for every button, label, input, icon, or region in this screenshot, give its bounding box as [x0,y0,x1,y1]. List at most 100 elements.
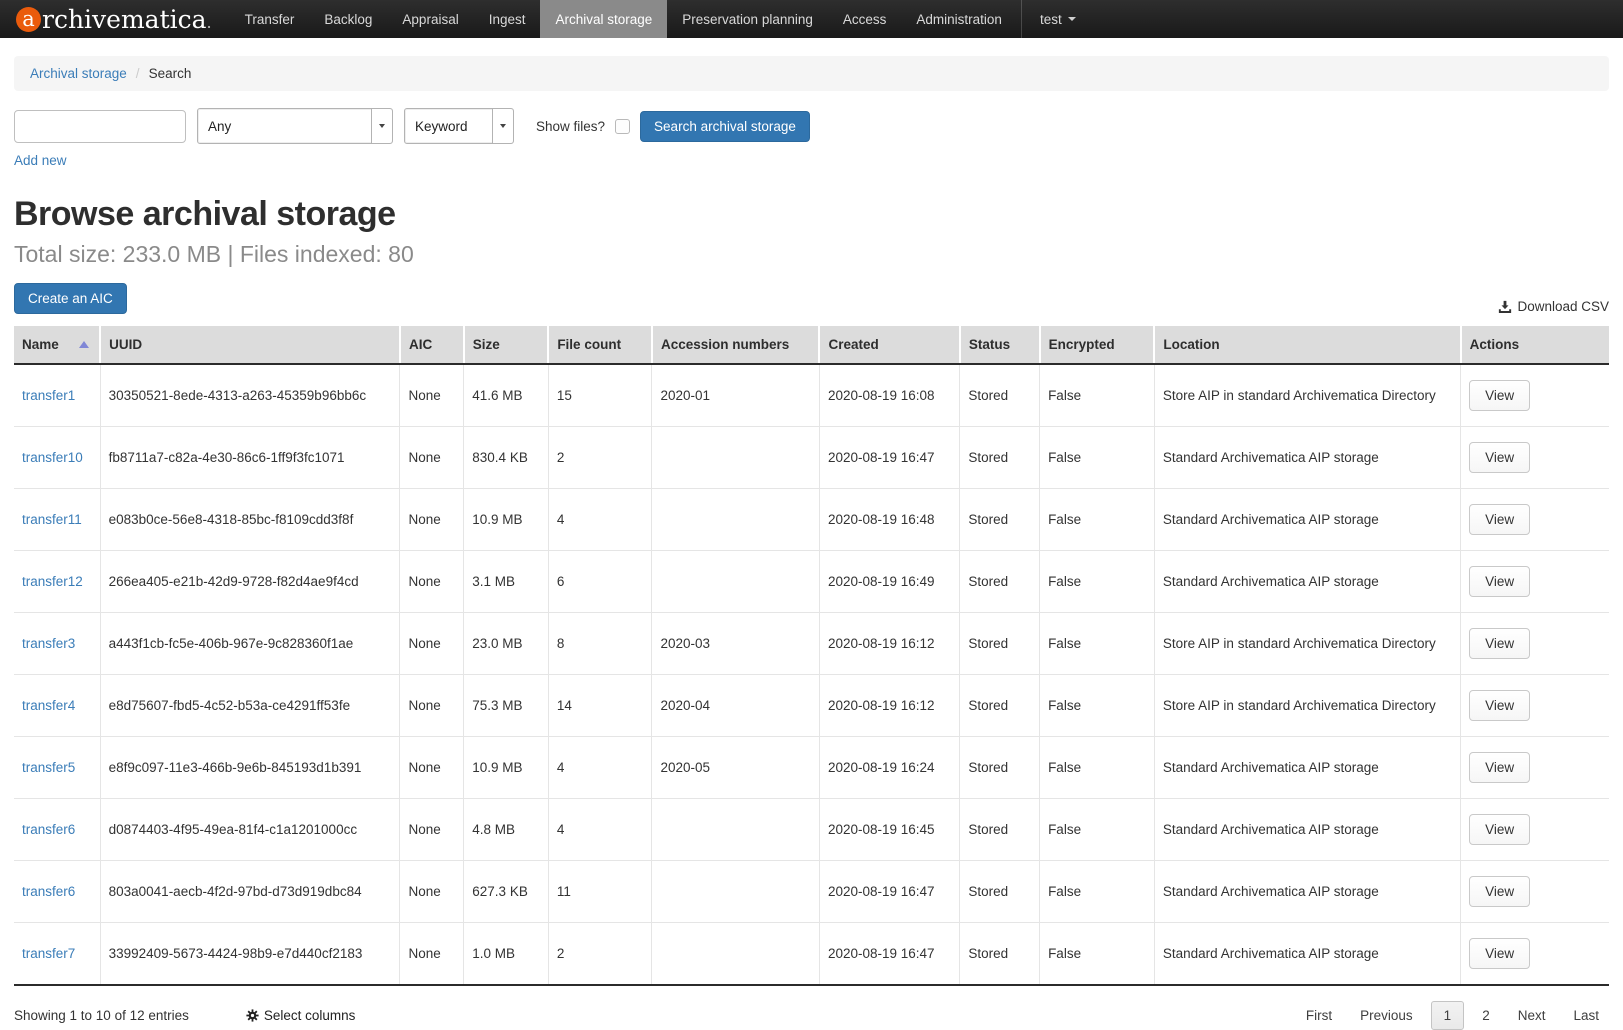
file-count-cell: 15 [548,364,652,427]
size-cell: 627.3 KB [464,861,549,923]
encrypted-cell: False [1040,675,1155,737]
nav-item-appraisal[interactable]: Appraisal [387,0,473,38]
nav-item-archival-storage[interactable]: Archival storage [540,0,667,38]
column-header-name[interactable]: Name [14,326,100,364]
search-archival-storage-button[interactable]: Search archival storage [640,111,810,142]
encrypted-cell: False [1040,861,1155,923]
archival-storage-table: Name UUID AIC Size File count Accession … [14,326,1609,986]
top-navbar: archivematica. TransferBacklogAppraisalI… [0,0,1623,38]
actions-cell: View [1461,675,1609,737]
status-cell: Stored [960,489,1040,551]
view-button[interactable]: View [1469,876,1530,907]
status-cell: Stored [960,923,1040,986]
actions-cell: View [1461,799,1609,861]
table-row: transfer3 a443f1cb-fc5e-406b-967e-9c8283… [14,613,1609,675]
transfer-name-link[interactable]: transfer6 [22,884,75,899]
view-button[interactable]: View [1469,380,1530,411]
caret-down-icon [1068,17,1076,21]
view-button[interactable]: View [1469,752,1530,783]
search-type-select[interactable]: Keyword [404,108,514,144]
uuid-cell: 803a0041-aecb-4f2d-97bd-d73d919dbc84 [100,861,400,923]
name-cell: transfer1 [14,364,100,427]
transfer-name-link[interactable]: transfer7 [22,946,75,961]
transfer-name-link[interactable]: transfer1 [22,388,75,403]
file-count-cell: 6 [548,551,652,613]
column-header-status[interactable]: Status [960,326,1040,364]
view-button[interactable]: View [1469,938,1530,969]
breadcrumb-archival-storage-link[interactable]: Archival storage [30,66,127,81]
transfer-name-link[interactable]: transfer12 [22,574,83,589]
download-csv-link[interactable]: Download CSV [1498,299,1609,314]
actions-cell: View [1461,923,1609,986]
archivematica-logo[interactable]: archivematica. [0,0,230,38]
pagination-previous[interactable]: Previous [1350,1002,1423,1029]
file-count-cell: 2 [548,923,652,986]
gear-icon [246,1009,259,1022]
column-header-encrypted[interactable]: Encrypted [1040,326,1155,364]
column-header-file-count[interactable]: File count [548,326,652,364]
transfer-name-link[interactable]: transfer11 [22,512,82,527]
accession-numbers-cell: 2020-03 [652,613,819,675]
accession-numbers-cell [652,799,819,861]
size-cell: 41.6 MB [464,364,549,427]
pagination-1[interactable]: 1 [1431,1001,1465,1030]
column-header-aic[interactable]: AIC [400,326,464,364]
column-header-actions[interactable]: Actions [1461,326,1609,364]
showing-entries-text: Showing 1 to 10 of 12 entries [14,1008,189,1023]
column-header-name-label: Name [22,337,59,352]
accession-numbers-cell [652,427,819,489]
pagination-2[interactable]: 2 [1472,1002,1500,1029]
nav-item-transfer[interactable]: Transfer [230,0,310,38]
column-header-size[interactable]: Size [464,326,549,364]
column-header-accession-numbers[interactable]: Accession numbers [652,326,819,364]
uuid-cell: fb8711a7-c82a-4e30-86c6-1ff9f3fc1071 [100,427,400,489]
accession-numbers-cell: 2020-01 [652,364,819,427]
transfer-name-link[interactable]: transfer4 [22,698,75,713]
nav-item-backlog[interactable]: Backlog [309,0,387,38]
view-button[interactable]: View [1469,504,1530,535]
transfer-name-link[interactable]: transfer3 [22,636,75,651]
view-button[interactable]: View [1469,628,1530,659]
show-files-checkbox[interactable] [615,119,630,134]
table-row: transfer5 e8f9c097-11e3-466b-9e6b-845193… [14,737,1609,799]
breadcrumb: Archival storage / Search [14,56,1609,91]
created-cell: 2020-08-19 16:24 [819,737,959,799]
select-columns-link[interactable]: Select columns [246,1008,356,1023]
create-aic-button[interactable]: Create an AIC [14,283,127,314]
name-cell: transfer3 [14,613,100,675]
user-menu[interactable]: test [1021,0,1094,38]
view-button[interactable]: View [1469,566,1530,597]
column-header-uuid[interactable]: UUID [100,326,400,364]
file-count-cell: 8 [548,613,652,675]
location-cell: Standard Archivematica AIP storage [1154,737,1460,799]
nav-item-access[interactable]: Access [828,0,902,38]
table-row: transfer7 33992409-5673-4424-98b9-e7d440… [14,923,1609,986]
nav-item-preservation-planning[interactable]: Preservation planning [667,0,828,38]
search-query-input[interactable] [14,110,186,143]
uuid-cell: 266ea405-e21b-42d9-9728-f82d4ae9f4cd [100,551,400,613]
view-button[interactable]: View [1469,814,1530,845]
nav-item-ingest[interactable]: Ingest [474,0,541,38]
select-dropdown-button[interactable] [492,109,513,143]
pagination-next[interactable]: Next [1508,1002,1556,1029]
nav-item-administration[interactable]: Administration [901,0,1017,38]
sort-ascending-icon [79,341,89,348]
pagination-last[interactable]: Last [1563,1002,1609,1029]
select-dropdown-button[interactable] [371,109,392,143]
breadcrumb-current: Search [149,66,192,81]
view-button[interactable]: View [1469,442,1530,473]
search-field-select[interactable]: Any [197,108,393,144]
column-header-location[interactable]: Location [1154,326,1460,364]
column-header-created[interactable]: Created [819,326,959,364]
transfer-name-link[interactable]: transfer10 [22,450,83,465]
encrypted-cell: False [1040,923,1155,986]
status-cell: Stored [960,427,1040,489]
table-row: transfer6 803a0041-aecb-4f2d-97bd-d73d91… [14,861,1609,923]
file-count-cell: 2 [548,427,652,489]
transfer-name-link[interactable]: transfer6 [22,822,75,837]
uuid-cell: e8f9c097-11e3-466b-9e6b-845193d1b391 [100,737,400,799]
view-button[interactable]: View [1469,690,1530,721]
add-new-link[interactable]: Add new [14,153,67,168]
pagination-first[interactable]: First [1296,1002,1342,1029]
transfer-name-link[interactable]: transfer5 [22,760,75,775]
